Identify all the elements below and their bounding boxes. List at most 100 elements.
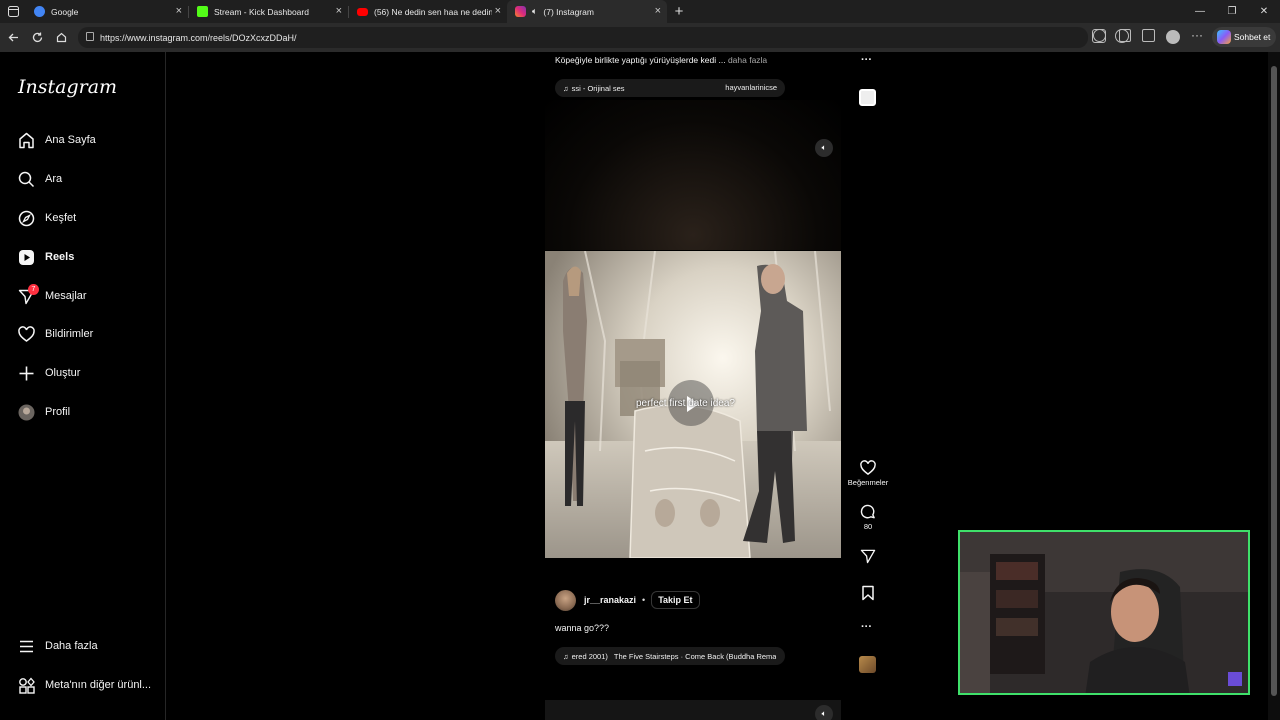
new-tab-button[interactable]: + xyxy=(667,3,691,20)
restore-icon[interactable]: ❐ xyxy=(1216,0,1248,23)
sidebar-item-home[interactable]: Ana Sayfa xyxy=(18,129,96,151)
copilot-icon xyxy=(1217,30,1231,44)
sidebar-item-label: Daha fazla xyxy=(45,640,98,652)
collections-icon[interactable] xyxy=(1142,29,1155,42)
close-icon[interactable]: × xyxy=(176,5,182,17)
url-field[interactable]: https://www.instagram.com/reels/DOzXcxzD… xyxy=(78,27,1088,48)
comment-count: 80 xyxy=(863,522,873,531)
url-text: https://www.instagram.com/reels/DOzXcxzD… xyxy=(100,32,297,43)
sidebar-item-label: Bildirimler xyxy=(45,328,94,340)
more-options-icon[interactable]: ··· xyxy=(1191,28,1203,42)
instagram-icon xyxy=(515,6,526,17)
avatar-icon xyxy=(18,404,35,421)
comment-icon xyxy=(860,504,875,519)
previous-reel-caption: Köpeğiyle birlikte yaptığı yürüyüşlerde … xyxy=(555,55,767,65)
bookmark-icon xyxy=(862,585,874,601)
menu-icon xyxy=(18,638,35,655)
sidebar-item-search[interactable]: Ara xyxy=(18,168,62,190)
speaker-icon[interactable]: 🔈︎ xyxy=(532,6,537,17)
close-icon[interactable]: × xyxy=(655,5,661,17)
volume-icon[interactable]: 🔈︎ xyxy=(815,139,833,157)
sidebar-item-label: Mesajlar xyxy=(45,290,87,302)
reels-icon xyxy=(18,249,35,266)
instagram-sidebar: Instagram xyxy=(0,52,166,720)
browser-essentials-icon[interactable] xyxy=(1119,29,1131,42)
page-scrollbar[interactable] xyxy=(1268,52,1280,720)
previous-reel-audio[interactable]: ♫ ssi - Orijinal ses hayvanlarinicse xyxy=(555,79,785,97)
plus-icon xyxy=(18,365,35,382)
address-bar-row: https://www.instagram.com/reels/DOzXcxzD… xyxy=(0,23,1280,52)
audio-title: ssi - Orijinal ses xyxy=(571,83,625,93)
window-controls: — ❐ ✕ xyxy=(1184,0,1280,23)
tab-actions-icon[interactable] xyxy=(0,0,26,23)
lock-icon xyxy=(86,32,94,41)
sidebar-item-label: Profil xyxy=(45,406,71,418)
close-icon[interactable]: × xyxy=(495,5,501,17)
tab-instagram[interactable]: 🔈︎ (7) Instagram × xyxy=(507,0,667,23)
copilot-chat-button[interactable]: Sohbet et xyxy=(1212,27,1276,47)
reload-icon[interactable] xyxy=(25,26,49,50)
kick-icon xyxy=(197,6,208,17)
tab-bar: Google × Stream - Kick Dashboard × (56) … xyxy=(0,0,1280,23)
sidebar-item-label: Oluştur xyxy=(45,367,81,379)
heart-icon xyxy=(860,460,876,475)
home-icon xyxy=(18,132,35,149)
profile-icon[interactable] xyxy=(1166,30,1180,44)
audio-author: The Five Stairsteps · Come Back (Buddha … xyxy=(613,651,776,661)
sidebar-item-meta-apps[interactable]: Meta'nın diğer ürünl... xyxy=(18,674,151,696)
save-button[interactable] xyxy=(846,585,890,603)
volume-icon[interactable]: 🔈︎ xyxy=(815,705,833,720)
sidebar-item-create[interactable]: Oluştur xyxy=(18,362,80,384)
sidebar-item-profile[interactable]: Profil xyxy=(18,401,70,423)
reel-caption: wanna go??? xyxy=(555,623,610,633)
music-note-icon: ♫ xyxy=(563,651,569,661)
close-window-icon[interactable]: ✕ xyxy=(1248,0,1280,23)
sidebar-item-label: Ana Sayfa xyxy=(45,134,96,146)
home-icon[interactable] xyxy=(49,26,73,50)
sidebar-item-notifications[interactable]: Bildirimler xyxy=(18,323,93,345)
webcam-overlay xyxy=(958,530,1250,695)
reel-audio[interactable]: ♫ ered 2001) The Five Stairsteps · Come … xyxy=(555,647,785,665)
audio-thumbnail[interactable] xyxy=(859,89,876,106)
follow-button[interactable]: Takip Et xyxy=(651,591,700,609)
sidebar-item-messages[interactable]: 7 Mesajlar xyxy=(18,283,87,307)
search-icon xyxy=(18,171,35,188)
notification-badge: 7 xyxy=(28,283,39,295)
audio-author: hayvanlarinicse xyxy=(725,83,777,92)
minimize-icon[interactable]: — xyxy=(1184,0,1216,23)
messenger-icon: 7 xyxy=(18,283,39,305)
scrollbar-thumb[interactable] xyxy=(1271,66,1277,696)
meta-apps-icon xyxy=(18,677,35,694)
tab-title: (56) Ne dedin sen haa ne dedin s... xyxy=(374,6,492,17)
audio-thumbnail[interactable] xyxy=(859,656,876,673)
next-reel-preview xyxy=(545,700,841,720)
youtube-icon xyxy=(357,7,368,16)
instagram-logo[interactable]: Instagram xyxy=(18,76,117,98)
username[interactable]: jr__ranakazi xyxy=(584,595,636,605)
more-link[interactable]: daha fazla xyxy=(728,55,767,65)
reel-loading-area xyxy=(545,100,841,250)
close-icon[interactable]: × xyxy=(336,5,342,17)
sidebar-item-reels[interactable]: Reels xyxy=(18,246,74,268)
share-button[interactable] xyxy=(846,548,890,566)
sidebar-item-explore[interactable]: Keşfet xyxy=(18,207,76,229)
tab-google[interactable]: Google × xyxy=(26,0,188,23)
like-button[interactable]: Beğenmeler xyxy=(846,460,890,487)
extensions-icon[interactable] xyxy=(1093,29,1106,42)
webcam-feed xyxy=(960,532,1248,693)
more-options-icon[interactable]: ··· xyxy=(861,621,872,633)
avatar[interactable] xyxy=(555,589,576,611)
comment-button[interactable]: 80 xyxy=(846,504,890,531)
tab-title: (7) Instagram xyxy=(543,6,594,17)
google-icon xyxy=(34,6,45,17)
back-icon[interactable] xyxy=(1,26,25,50)
share-icon xyxy=(860,549,876,564)
tab-youtube[interactable]: (56) Ne dedin sen haa ne dedin s... × xyxy=(349,0,507,23)
tab-kick[interactable]: Stream - Kick Dashboard × xyxy=(189,0,348,23)
sidebar-item-more[interactable]: Daha fazla xyxy=(18,635,98,657)
reel-author: jr__ranakazi • Takip Et xyxy=(555,589,700,611)
tab-title: Stream - Kick Dashboard xyxy=(214,6,309,17)
more-options-icon[interactable]: ··· xyxy=(861,54,872,66)
separator-dot: • xyxy=(642,595,646,605)
sidebar-item-label: Reels xyxy=(45,251,75,263)
